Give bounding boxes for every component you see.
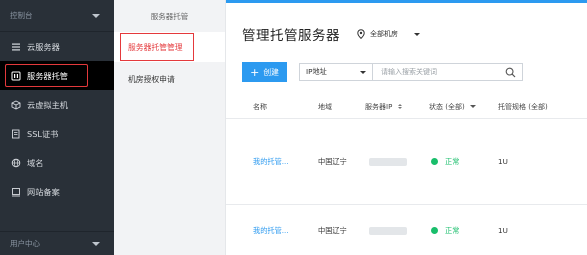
filter-select-value: IP地址 <box>306 67 327 76</box>
column-header-spec[interactable]: 托管规格 (全部) <box>492 102 587 112</box>
highlight-box <box>5 64 88 87</box>
table-row: 我的托管... 中国辽宁 正常 1U <box>226 205 587 255</box>
sidebar-item-cloud-server[interactable]: 云服务器 <box>0 32 114 61</box>
subnav-item-hosting-management[interactable]: 服务器托管管理 <box>114 32 225 62</box>
sidebar-item-server-hosting[interactable]: 服务器托管 <box>0 61 114 90</box>
column-header-address: 地域 <box>318 102 332 111</box>
sidebar-header-console[interactable]: 控制台 <box>0 0 114 32</box>
table-row: 我的托管... 中国辽宁 正常 1U <box>226 119 587 205</box>
column-header-ip[interactable]: 服务器IP <box>357 102 427 112</box>
column-header-status[interactable]: 状态 (全部) <box>427 102 492 112</box>
search-icon[interactable] <box>505 67 516 78</box>
sidebar-item-ssl[interactable]: SSL证书 <box>0 119 114 148</box>
subnav-item-room-authorization[interactable]: 机房授权申请 <box>114 66 225 92</box>
sidebar-item-label: 云服务器 <box>27 41 60 52</box>
chevron-down-icon <box>360 70 366 74</box>
column-header-status-label: 状态 (全部) <box>429 102 465 111</box>
top-accent-bar <box>226 0 587 3</box>
filter-field-select[interactable]: IP地址 <box>299 63 373 81</box>
main-content: 管理托管服务器 全部机房 + 创建 IP地址 名称 地域 服务器IP <box>226 0 587 255</box>
server-spec: 1U <box>498 157 508 166</box>
search-box <box>373 63 523 81</box>
server-address: 中国辽宁 <box>318 225 347 235</box>
certificate-icon <box>11 129 21 139</box>
server-ip-redacted <box>369 157 407 166</box>
sidebar-footer-user-center[interactable]: 用户中心 <box>0 231 114 255</box>
sidebar-item-domain[interactable]: 域名 <box>0 148 114 177</box>
sidebar-item-label: 云虚拟主机 <box>27 99 68 110</box>
toolbar: + 创建 IP地址 <box>242 62 523 82</box>
server-name-link[interactable]: 我的托管... <box>253 157 289 166</box>
column-header-ip-label: 服务器IP <box>365 102 393 111</box>
server-spec: 1U <box>498 226 508 235</box>
chevron-down-icon <box>92 13 100 18</box>
highlight-box <box>120 33 194 61</box>
title-row: 管理托管服务器 全部机房 <box>242 24 420 44</box>
chevron-down-icon <box>414 32 420 36</box>
column-header-name: 名称 <box>253 102 267 111</box>
status-dot-icon <box>431 227 438 234</box>
server-status: 正常 <box>445 156 460 166</box>
sidebar-item-label: SSL证书 <box>27 128 59 139</box>
sidebar-item-icp[interactable]: 网站备案 <box>0 177 114 206</box>
chevron-down-icon <box>92 241 100 246</box>
location-pin-icon <box>357 29 365 39</box>
region-selector[interactable]: 全部机房 <box>356 29 420 39</box>
server-list-icon <box>11 42 21 52</box>
server-name-link[interactable]: 我的托管... <box>253 226 289 235</box>
sidebar-item-virtual-host[interactable]: 云虚拟主机 <box>0 90 114 119</box>
server-status: 正常 <box>445 225 460 235</box>
virtual-host-icon <box>11 99 21 110</box>
table-header: 名称 地域 服务器IP 状态 (全部) 托管规格 (全部) <box>226 95 587 119</box>
globe-icon <box>11 158 21 168</box>
sidebar-footer-label: 用户中心 <box>10 239 40 248</box>
page-title: 管理托管服务器 <box>242 28 340 44</box>
search-input[interactable] <box>381 68 501 76</box>
sidebar-item-label: 域名 <box>27 157 44 168</box>
server-address: 中国辽宁 <box>318 156 347 166</box>
sub-navigation: 服务器托管 服务器托管管理 机房授权申请 <box>114 0 226 255</box>
create-button[interactable]: + 创建 <box>242 62 287 82</box>
region-label: 全部机房 <box>370 30 398 38</box>
sidebar-item-label: 网站备案 <box>27 186 60 197</box>
subnav-item-label: 机房授权申请 <box>128 74 175 84</box>
server-table: 名称 地域 服务器IP 状态 (全部) 托管规格 (全部) 我的托管... 中国… <box>226 95 587 255</box>
sort-icon[interactable] <box>398 104 403 109</box>
server-ip-redacted <box>369 226 407 235</box>
status-dot-icon <box>431 158 438 165</box>
plus-icon: + <box>250 65 260 79</box>
sidebar: 控制台 云服务器 服务器托管 云虚拟主机 SSL证书 域名 网站备案 用户中心 <box>0 0 114 255</box>
create-button-label: 创建 <box>263 67 279 77</box>
sidebar-header-label: 控制台 <box>10 11 33 20</box>
column-header-spec-label: 托管规格 (全部) <box>498 102 548 111</box>
subnav-title: 服务器托管 <box>150 11 189 21</box>
record-icon <box>11 187 21 197</box>
chevron-down-icon <box>469 105 476 108</box>
